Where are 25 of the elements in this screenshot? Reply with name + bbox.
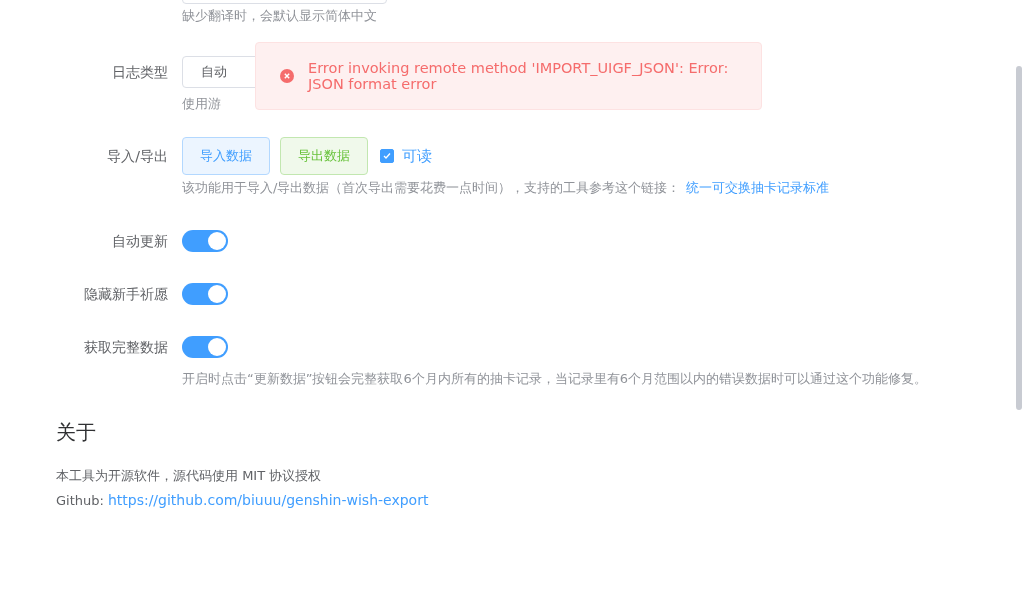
field-label: 隐藏新手祈愿 [84,286,168,302]
link[interactable]: https://github.com/biuuu/genshin-wish-export [107,492,429,508]
link[interactable]: 统一可交换抽卡记录标准 [686,180,830,195]
field-label: 获取完整数据 [84,339,168,355]
button[interactable]: 导出数据 [280,137,368,175]
check-icon [382,151,392,161]
error-icon [280,69,294,83]
button[interactable]: 导入数据 [182,137,270,175]
checkbox[interactable] [380,149,394,163]
hint-text: 该功能用于导入/导出数据（首次导出需要花费一点时间），支持的工具参考这个链接： [182,180,681,195]
toggle-switch[interactable] [182,230,228,252]
field-label: 自动更新 [112,233,168,249]
section-heading: 关于 [56,419,97,446]
license-text: 本工具为开源软件，源代码使用 MIT 协议授权 [56,467,323,485]
hint-text: 使用游 [182,96,221,111]
github-label: Github: [56,493,104,508]
error-message: Error invoking remote method 'IMPORT_UIGF_JSON': Error: JSON format error [308,60,730,92]
hint-text: 缺少翻译时，会默认显示简体中文 [182,8,377,23]
checkbox-label[interactable]: 可读 [402,146,432,166]
toggle-switch[interactable] [182,283,228,305]
field-label: 日志类型 [112,64,168,80]
toggle-switch[interactable] [182,336,228,358]
hint-text: 开启时点击“更新数据”按钮会完整获取6个月内所有的抽卡记录，当记录里有6个月范围以内的错误数据时可以通过这个功能修复。 [182,371,927,386]
scrollbar[interactable] [1016,66,1022,410]
field-label: 导入/导出 [107,148,168,164]
